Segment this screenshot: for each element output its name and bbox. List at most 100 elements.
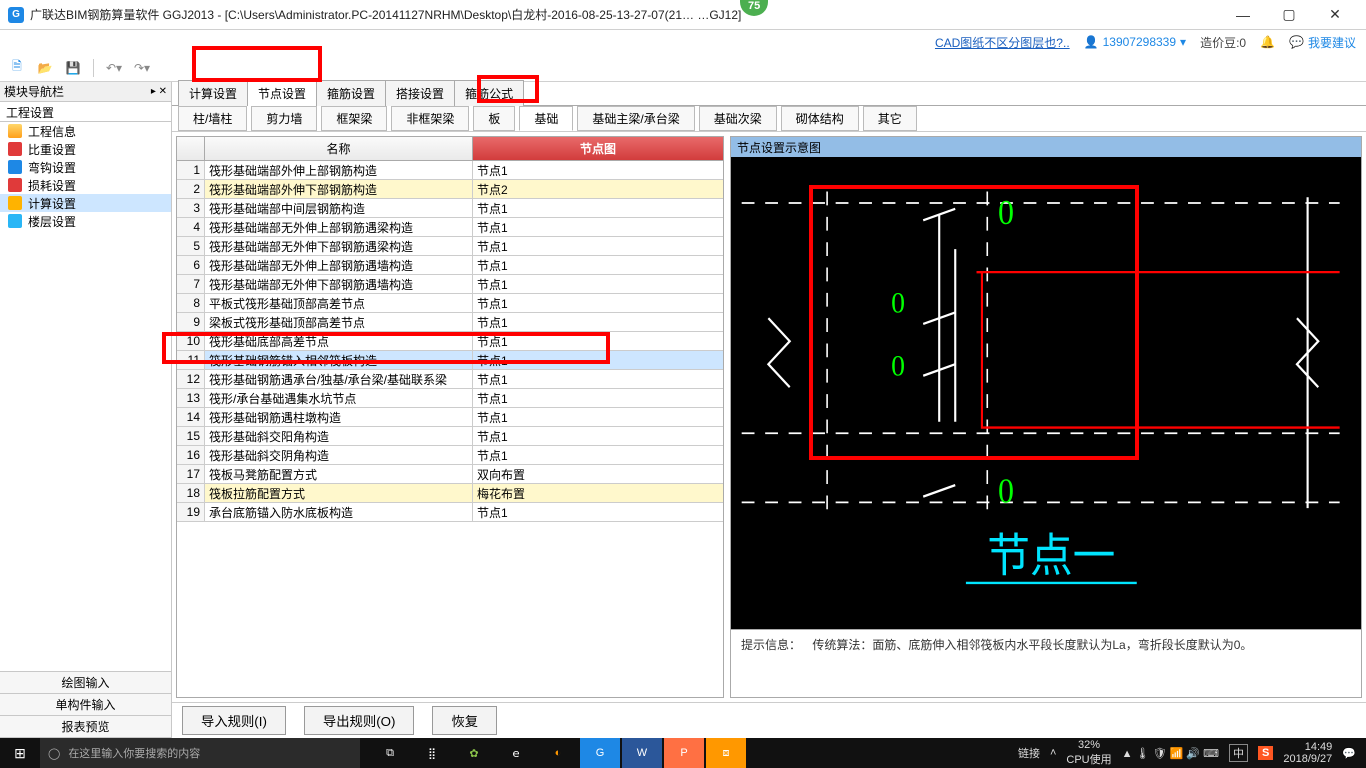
cell-node[interactable]: 节点1 xyxy=(473,370,723,388)
cell-node[interactable]: 节点1 xyxy=(473,427,723,445)
left-bottom-btn-2[interactable]: 报表预览 xyxy=(0,716,171,738)
nav-item-2[interactable]: 弯钩设置 xyxy=(0,158,171,176)
app-icon-1[interactable]: ⣿ xyxy=(412,738,452,768)
cell-node[interactable]: 节点2 xyxy=(473,180,723,198)
nav-item-1[interactable]: 比重设置 xyxy=(0,140,171,158)
component-tab-6[interactable]: 基础主梁/承台梁 xyxy=(577,106,694,131)
edge-icon[interactable]: ｅ xyxy=(496,738,536,768)
app-icon-2[interactable]: ✿ xyxy=(454,738,494,768)
settings-tab-4[interactable]: 箍筋公式 xyxy=(454,80,524,106)
table-row[interactable]: 8平板式筏形基础顶部高差节点节点1 xyxy=(177,294,723,313)
component-tab-3[interactable]: 非框架梁 xyxy=(391,106,469,131)
cell-node[interactable]: 节点1 xyxy=(473,256,723,274)
cell-node[interactable]: 节点1 xyxy=(473,503,723,521)
word-icon[interactable]: W xyxy=(622,738,662,768)
table-row[interactable]: 11筏形基础钢筋锚入相邻筏板构造节点1 xyxy=(177,351,723,370)
taskview-icon[interactable]: ⧉ xyxy=(370,738,410,768)
left-bottom-btn-0[interactable]: 绘图输入 xyxy=(0,672,171,694)
tray-link[interactable]: 链接 xyxy=(1018,745,1040,761)
undo-icon[interactable]: ↶▾ xyxy=(103,57,125,79)
table-row[interactable]: 15筏形基础斜交阳角构造节点1 xyxy=(177,427,723,446)
nav-item-0[interactable]: 工程信息 xyxy=(0,122,171,140)
table-row[interactable]: 3筏形基础端部中间层钢筋构造节点1 xyxy=(177,199,723,218)
nav-group[interactable]: 工程设置 xyxy=(0,102,171,122)
cell-node[interactable]: 双向布置 xyxy=(473,465,723,483)
pdf-icon[interactable]: P xyxy=(664,738,704,768)
table-row[interactable]: 6筏形基础端部无外伸上部钢筋遇墙构造节点1 xyxy=(177,256,723,275)
nav-item-4[interactable]: 计算设置 xyxy=(0,194,171,212)
taskbar-search[interactable]: ◯ 在这里输入你要搜索的内容 xyxy=(40,738,360,768)
bell-icon[interactable]: 🔔 xyxy=(1260,35,1275,49)
left-bottom-btn-1[interactable]: 单构件输入 xyxy=(0,694,171,716)
import-rules-button[interactable]: 导入规则(I) xyxy=(182,706,286,735)
settings-tab-3[interactable]: 搭接设置 xyxy=(385,80,455,106)
collapse-icon[interactable]: ▸ ✕ xyxy=(151,86,167,97)
cell-node[interactable]: 节点1 xyxy=(473,199,723,217)
start-button[interactable]: ⊞ xyxy=(0,738,40,768)
table-row[interactable]: 10筏形基础底部高差节点节点1 xyxy=(177,332,723,351)
settings-tab-2[interactable]: 箍筋设置 xyxy=(316,80,386,106)
info-bar: CAD图纸不区分图层也?.. 👤 13907298339 ▾ 造价豆:0 🔔 💬… xyxy=(0,30,1366,54)
table-row[interactable]: 7筏形基础端部无外伸下部钢筋遇墙构造节点1 xyxy=(177,275,723,294)
sogou-icon[interactable]: S xyxy=(1258,746,1273,760)
cell-node[interactable]: 节点1 xyxy=(473,332,723,350)
taskbar-clock[interactable]: 14:49 2018/9/27 xyxy=(1283,741,1332,765)
notification-icon[interactable]: 💬 xyxy=(1342,747,1356,760)
cell-node[interactable]: 节点1 xyxy=(473,218,723,236)
nav-item-3[interactable]: 损耗设置 xyxy=(0,176,171,194)
restore-button[interactable]: 恢复 xyxy=(432,706,497,735)
glodon-icon[interactable]: G xyxy=(580,738,620,768)
tray-up-icon[interactable]: ˄ xyxy=(1050,747,1056,759)
feedback-link[interactable]: 💬 我要建议 xyxy=(1289,34,1356,51)
table-row[interactable]: 14筏形基础钢筋遇柱墩构造节点1 xyxy=(177,408,723,427)
component-tab-9[interactable]: 其它 xyxy=(863,106,917,131)
cell-node[interactable]: 节点1 xyxy=(473,313,723,331)
settings-tab-0[interactable]: 计算设置 xyxy=(178,80,248,106)
cell-node[interactable]: 梅花布置 xyxy=(473,484,723,502)
table-row[interactable]: 19承台底筋锚入防水底板构造节点1 xyxy=(177,503,723,522)
component-tab-1[interactable]: 剪力墙 xyxy=(251,106,317,131)
component-tab-4[interactable]: 板 xyxy=(473,106,515,131)
component-tab-8[interactable]: 砌体结构 xyxy=(781,106,859,131)
account-phone[interactable]: 👤 13907298339 ▾ xyxy=(1084,35,1186,49)
cad-tip-link[interactable]: CAD图纸不区分图层也?.. xyxy=(935,34,1070,51)
cell-node[interactable]: 节点1 xyxy=(473,446,723,464)
cell-node[interactable]: 节点1 xyxy=(473,351,723,369)
table-row[interactable]: 2筏形基础端部外伸下部钢筋构造节点2 xyxy=(177,180,723,199)
open-icon[interactable]: 📂 xyxy=(34,57,56,79)
cell-node[interactable]: 节点1 xyxy=(473,275,723,293)
new-icon[interactable]: 🗎 xyxy=(6,57,28,79)
nav-item-5[interactable]: 楼层设置 xyxy=(0,212,171,230)
table-row[interactable]: 13筏形/承台基础遇集水坑节点节点1 xyxy=(177,389,723,408)
component-tab-5[interactable]: 基础 xyxy=(519,106,573,131)
maximize-button[interactable]: ▢ xyxy=(1266,0,1312,30)
close-button[interactable]: ✕ xyxy=(1312,0,1358,30)
component-tab-0[interactable]: 柱/墙柱 xyxy=(178,106,247,131)
cell-node[interactable]: 节点1 xyxy=(473,237,723,255)
component-tab-7[interactable]: 基础次梁 xyxy=(699,106,777,131)
diagram-header: 节点设置示意图 xyxy=(731,137,1361,157)
app-icon-3[interactable]: ⧈ xyxy=(706,738,746,768)
cell-node[interactable]: 节点1 xyxy=(473,408,723,426)
tray-icons[interactable]: ▲ 🌡 🛡 📶 🔊 ⌨ xyxy=(1122,747,1219,760)
table-row[interactable]: 16筏形基础斜交阴角构造节点1 xyxy=(177,446,723,465)
table-row[interactable]: 9梁板式筏形基础顶部高差节点节点1 xyxy=(177,313,723,332)
table-row[interactable]: 18筏板拉筋配置方式梅花布置 xyxy=(177,484,723,503)
cell-node[interactable]: 节点1 xyxy=(473,161,723,179)
col-node-diagram: 节点图 xyxy=(473,137,723,160)
table-row[interactable]: 12筏形基础钢筋遇承台/独基/承台梁/基础联系梁节点1 xyxy=(177,370,723,389)
component-tab-2[interactable]: 框架梁 xyxy=(321,106,387,131)
table-row[interactable]: 5筏形基础端部无外伸下部钢筋遇梁构造节点1 xyxy=(177,237,723,256)
settings-tab-1[interactable]: 节点设置 xyxy=(247,80,317,106)
export-rules-button[interactable]: 导出规则(O) xyxy=(304,706,415,735)
minimize-button[interactable]: ― xyxy=(1220,0,1266,30)
table-row[interactable]: 1筏形基础端部外伸上部钢筋构造节点1 xyxy=(177,161,723,180)
cell-node[interactable]: 节点1 xyxy=(473,294,723,312)
table-row[interactable]: 17筏板马凳筋配置方式双向布置 xyxy=(177,465,723,484)
cell-node[interactable]: 节点1 xyxy=(473,389,723,407)
table-row[interactable]: 4筏形基础端部无外伸上部钢筋遇梁构造节点1 xyxy=(177,218,723,237)
browser-icon[interactable]: ◐ xyxy=(538,738,578,768)
save-icon[interactable]: 💾 xyxy=(62,57,84,79)
redo-icon[interactable]: ↷▾ xyxy=(131,57,153,79)
ime-indicator[interactable]: 中 xyxy=(1229,744,1248,762)
